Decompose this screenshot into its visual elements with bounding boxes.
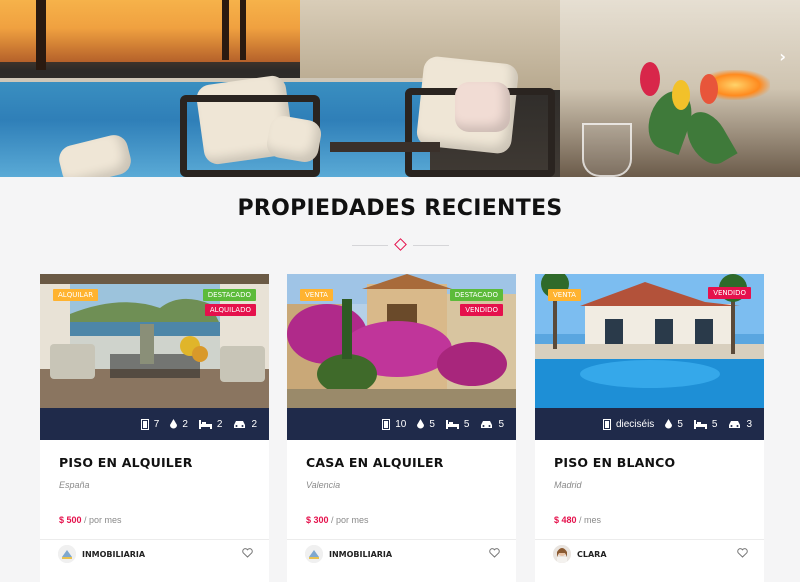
card-separator [535, 539, 764, 540]
property-location: Madrid [554, 480, 582, 490]
flower [672, 80, 690, 110]
feature-rooms: dieciséis [602, 418, 655, 430]
agent-avatar[interactable] [553, 545, 571, 563]
agent-name[interactable]: CLARA [577, 550, 607, 559]
feature-baths: 2 [170, 419, 188, 430]
beds-count: 5 [711, 418, 718, 430]
featured-badge: DESTACADO [202, 289, 256, 301]
title-divider-right [413, 245, 449, 246]
feature-beds: 5 [445, 418, 470, 430]
glass-vase [582, 123, 632, 177]
side-table [330, 142, 440, 152]
property-location: España [59, 480, 90, 490]
label-badge: VENDIDO [708, 287, 751, 299]
property-price: $ 500 / por mes [59, 515, 122, 525]
property-location: Valencia [306, 480, 341, 490]
pillow [455, 82, 510, 132]
agent-photo [553, 545, 571, 563]
property-title[interactable]: CASA EN ALQUILER [306, 455, 444, 470]
feature-beds: 2 [198, 418, 223, 430]
bed-icon [198, 419, 212, 429]
feature-baths: 5 [417, 419, 435, 430]
palm-trunk [222, 0, 229, 60]
hero-sky [0, 0, 330, 62]
feature-garages: 2 [233, 419, 257, 430]
palm-trunk [240, 0, 246, 60]
property-card[interactable]: ALQUILAR DESTACADO ALQUILADO 7 2 2 2 PIS… [40, 274, 269, 582]
agent-avatar[interactable] [58, 545, 76, 563]
property-card[interactable]: VENTA VENDIDO dieciséis 5 5 3 PISO EN BL… [535, 274, 764, 582]
card-separator [287, 539, 516, 540]
status-badge[interactable]: VENTA [300, 289, 333, 301]
feature-beds: 5 [693, 418, 718, 430]
price-suffix: / por mes [331, 515, 369, 525]
door-icon [382, 418, 391, 430]
door-icon [602, 418, 611, 430]
features-bar: dieciséis 5 5 3 [535, 408, 764, 440]
bed-icon [693, 419, 707, 429]
palm-trunk [36, 0, 46, 70]
drop-icon [417, 419, 425, 429]
feature-rooms: 10 [382, 418, 407, 430]
garages-count: 3 [746, 418, 752, 430]
baths-count: 2 [182, 418, 188, 430]
property-card[interactable]: VENTA DESTACADO VENDIDO 10 5 5 5 CASA EN… [287, 274, 516, 582]
property-price: $ 300 / por mes [306, 515, 369, 525]
heart-icon[interactable] [489, 548, 500, 558]
rooms-count: 10 [395, 418, 407, 430]
flower [700, 74, 718, 104]
door-icon [140, 418, 149, 430]
section-title: PROPIEDADES RECIENTES [237, 196, 563, 221]
label-badge: ALQUILADO [204, 304, 256, 316]
drop-icon [170, 419, 178, 429]
drop-icon [665, 419, 673, 429]
status-badge[interactable]: ALQUILAR [53, 289, 99, 301]
features-bar: 10 5 5 5 [287, 408, 516, 440]
card-separator [40, 539, 269, 540]
agent-name[interactable]: INMOBILIARIA [329, 550, 392, 559]
price-amount: $ 480 [554, 515, 577, 525]
price-suffix: / por mes [84, 515, 122, 525]
feature-garages: 3 [728, 419, 752, 430]
property-price: $ 480 / mes [554, 515, 601, 525]
agent-avatar[interactable] [305, 545, 323, 563]
status-badge[interactable]: VENTA [548, 289, 581, 301]
feature-rooms: 7 [140, 418, 160, 430]
baths-count: 5 [429, 418, 435, 430]
property-title[interactable]: PISO EN ALQUILER [59, 455, 193, 470]
features-bar: 7 2 2 2 [40, 408, 269, 440]
beds-count: 2 [216, 418, 223, 430]
agent-name[interactable]: INMOBILIARIA [82, 550, 145, 559]
car-icon [729, 420, 741, 428]
feature-baths: 5 [665, 419, 683, 430]
heart-icon[interactable] [737, 548, 748, 558]
chevron-right-icon[interactable]: › [779, 47, 786, 66]
price-suffix: / mes [579, 515, 602, 525]
rooms-count: 7 [153, 418, 160, 430]
property-image[interactable]: ALQUILAR DESTACADO ALQUILADO [40, 274, 269, 408]
agency-logo [58, 545, 76, 563]
car-icon [234, 420, 246, 428]
garages-count: 2 [251, 418, 257, 430]
car-icon [481, 420, 493, 428]
property-title[interactable]: PISO EN BLANCO [554, 455, 675, 470]
label-badge: VENDIDO [460, 304, 503, 316]
garages-count: 5 [498, 418, 504, 430]
diamond-icon [394, 238, 407, 251]
flower [640, 62, 660, 96]
title-divider-left [352, 245, 388, 246]
price-amount: $ 500 [59, 515, 82, 525]
bed-icon [445, 419, 459, 429]
feature-garages: 5 [480, 419, 504, 430]
beds-count: 5 [463, 418, 470, 430]
property-image[interactable]: VENTA VENDIDO [535, 274, 764, 408]
heart-icon[interactable] [242, 548, 253, 558]
rooms-count: dieciséis [615, 418, 655, 430]
baths-count: 5 [677, 418, 683, 430]
property-image[interactable]: VENTA DESTACADO VENDIDO [287, 274, 516, 408]
hero-slider: › [0, 0, 800, 177]
agency-logo [305, 545, 323, 563]
featured-badge: DESTACADO [449, 289, 503, 301]
price-amount: $ 300 [306, 515, 329, 525]
